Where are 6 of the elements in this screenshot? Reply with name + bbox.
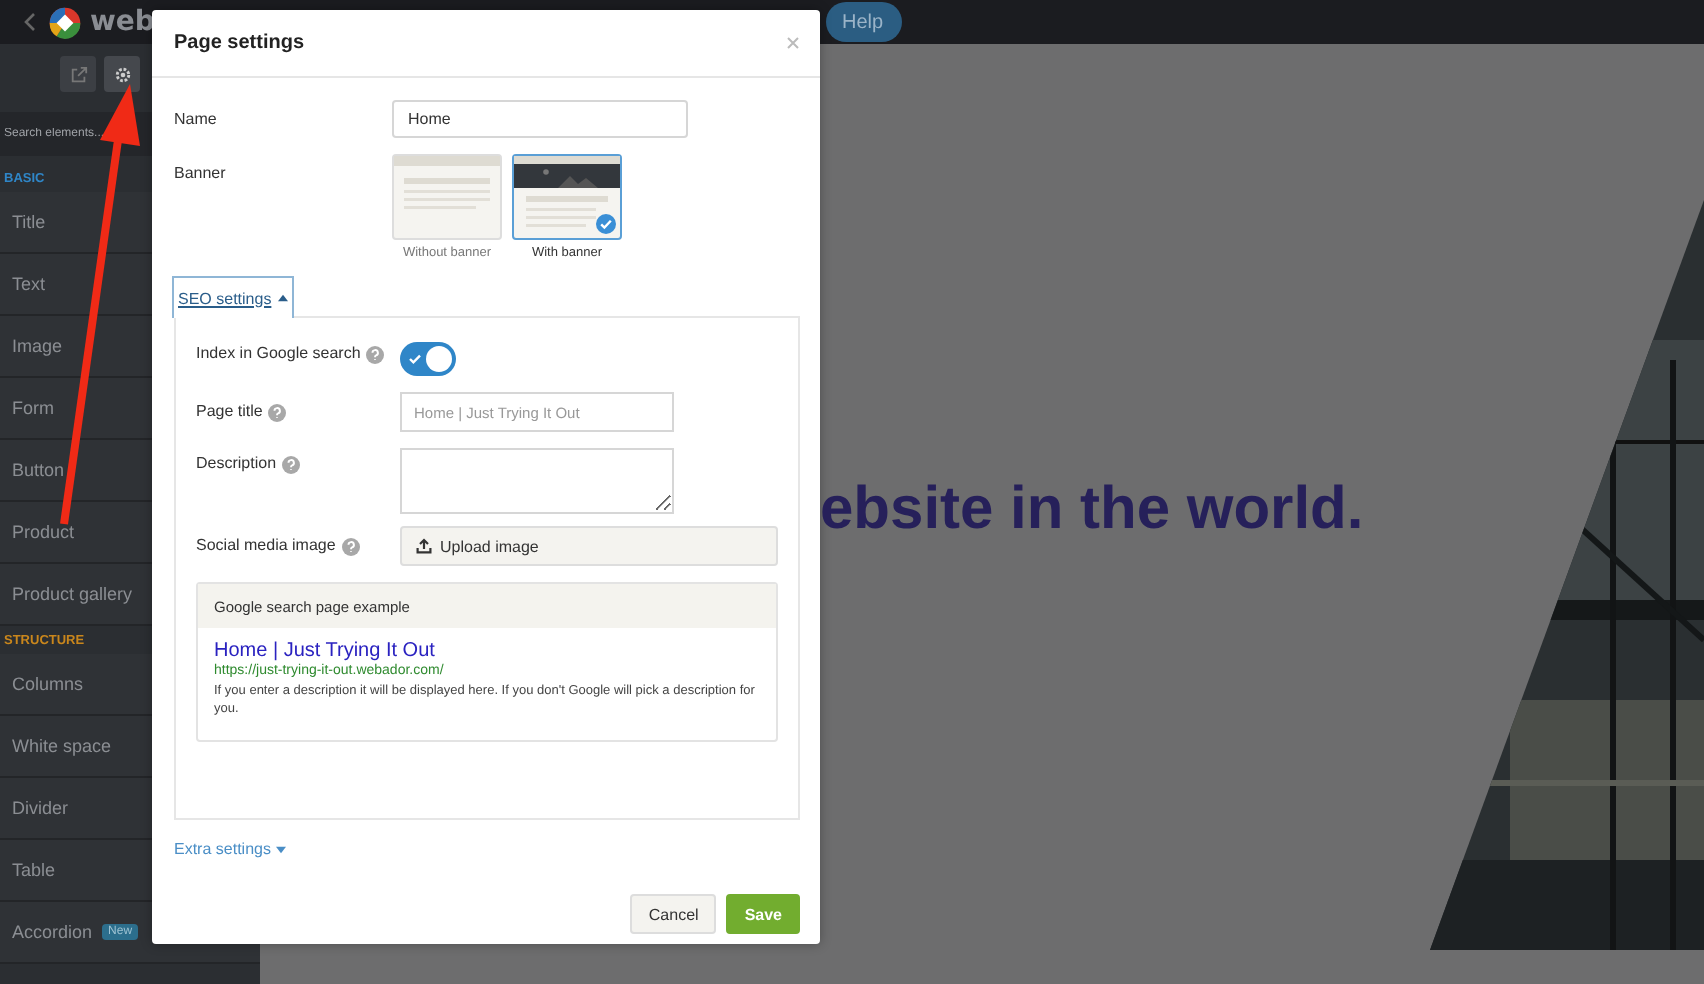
field-label: Banner xyxy=(174,162,228,182)
dialog-title: Page settings xyxy=(174,32,305,54)
field-label: Page title xyxy=(196,400,263,424)
page-heading: ebsite in the world. xyxy=(820,476,1364,544)
logo-text: web xyxy=(90,6,155,38)
field-label: Name xyxy=(174,108,219,128)
